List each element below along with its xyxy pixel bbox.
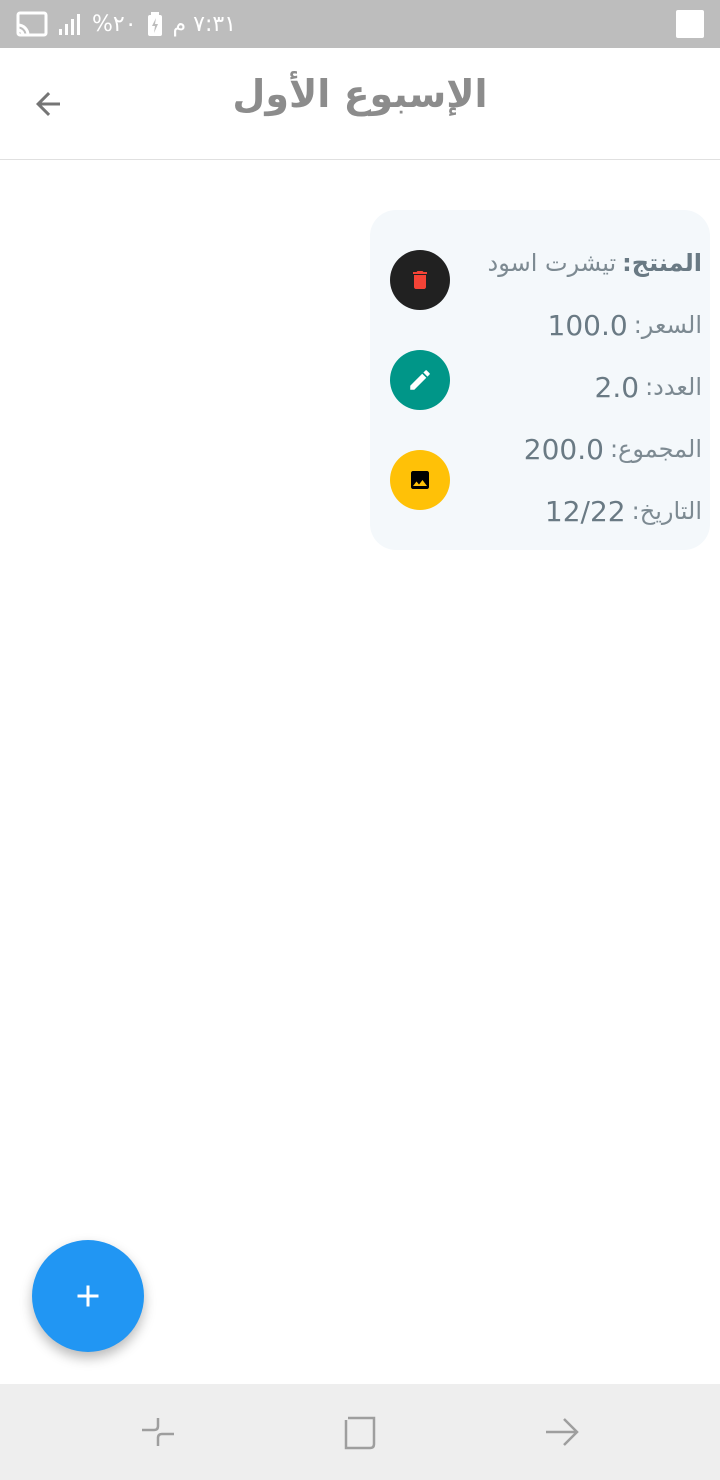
signal-icon	[58, 13, 82, 35]
total-label: المجموع:	[609, 435, 702, 463]
status-bar: ٧:٣١ م ٢٠%	[0, 0, 720, 48]
image-button[interactable]	[390, 450, 450, 510]
product-value: تيشرت اسود	[487, 249, 617, 277]
status-time: ٧:٣١ م	[172, 11, 237, 37]
product-row: المنتج: تيشرت اسود	[452, 232, 703, 294]
plus-icon	[77, 1285, 99, 1307]
app-bar: الإسبوع الأول	[0, 48, 720, 160]
date-value: 12/22	[544, 494, 626, 528]
nav-home-button[interactable]	[340, 1412, 380, 1452]
trash-icon	[413, 271, 427, 289]
price-value: 100.0	[547, 308, 628, 342]
count-row: العدد: 2.0	[452, 356, 702, 418]
count-label: العدد:	[645, 373, 702, 401]
home-square-icon	[344, 1416, 376, 1450]
cast-icon	[16, 11, 48, 37]
recents-icon	[142, 1418, 174, 1446]
date-label: التاريخ:	[631, 497, 702, 525]
battery-percent: ٢٠%	[92, 11, 137, 37]
pencil-icon	[410, 370, 430, 390]
status-info: ٧:٣١ م ٢٠%	[16, 8, 236, 40]
product-label: المنتج:	[622, 249, 702, 277]
nav-recents-button[interactable]	[138, 1412, 178, 1452]
total-row: المجموع: 200.0	[452, 418, 702, 480]
nav-back-button[interactable]	[542, 1412, 582, 1452]
add-button[interactable]	[32, 1240, 144, 1352]
nav-back-icon	[546, 1418, 579, 1446]
edit-button[interactable]	[390, 350, 450, 410]
battery-icon	[147, 12, 163, 36]
total-value: 200.0	[523, 432, 604, 466]
system-nav-bar	[0, 1384, 720, 1480]
record-card[interactable]: المنتج: تيشرت اسود السعر: 100.0 العدد: 2…	[370, 210, 710, 550]
delete-button[interactable]	[390, 250, 450, 310]
price-row: السعر: 100.0	[452, 294, 702, 356]
record-fields: المنتج: تيشرت اسود السعر: 100.0 العدد: 2…	[452, 232, 703, 542]
notification-icon	[676, 10, 704, 38]
count-value: 2.0	[594, 370, 640, 404]
image-icon	[411, 471, 429, 489]
date-row: التاريخ: 12/22	[452, 480, 702, 542]
price-label: السعر:	[633, 311, 702, 339]
page-title: الإسبوع الأول	[232, 72, 488, 116]
